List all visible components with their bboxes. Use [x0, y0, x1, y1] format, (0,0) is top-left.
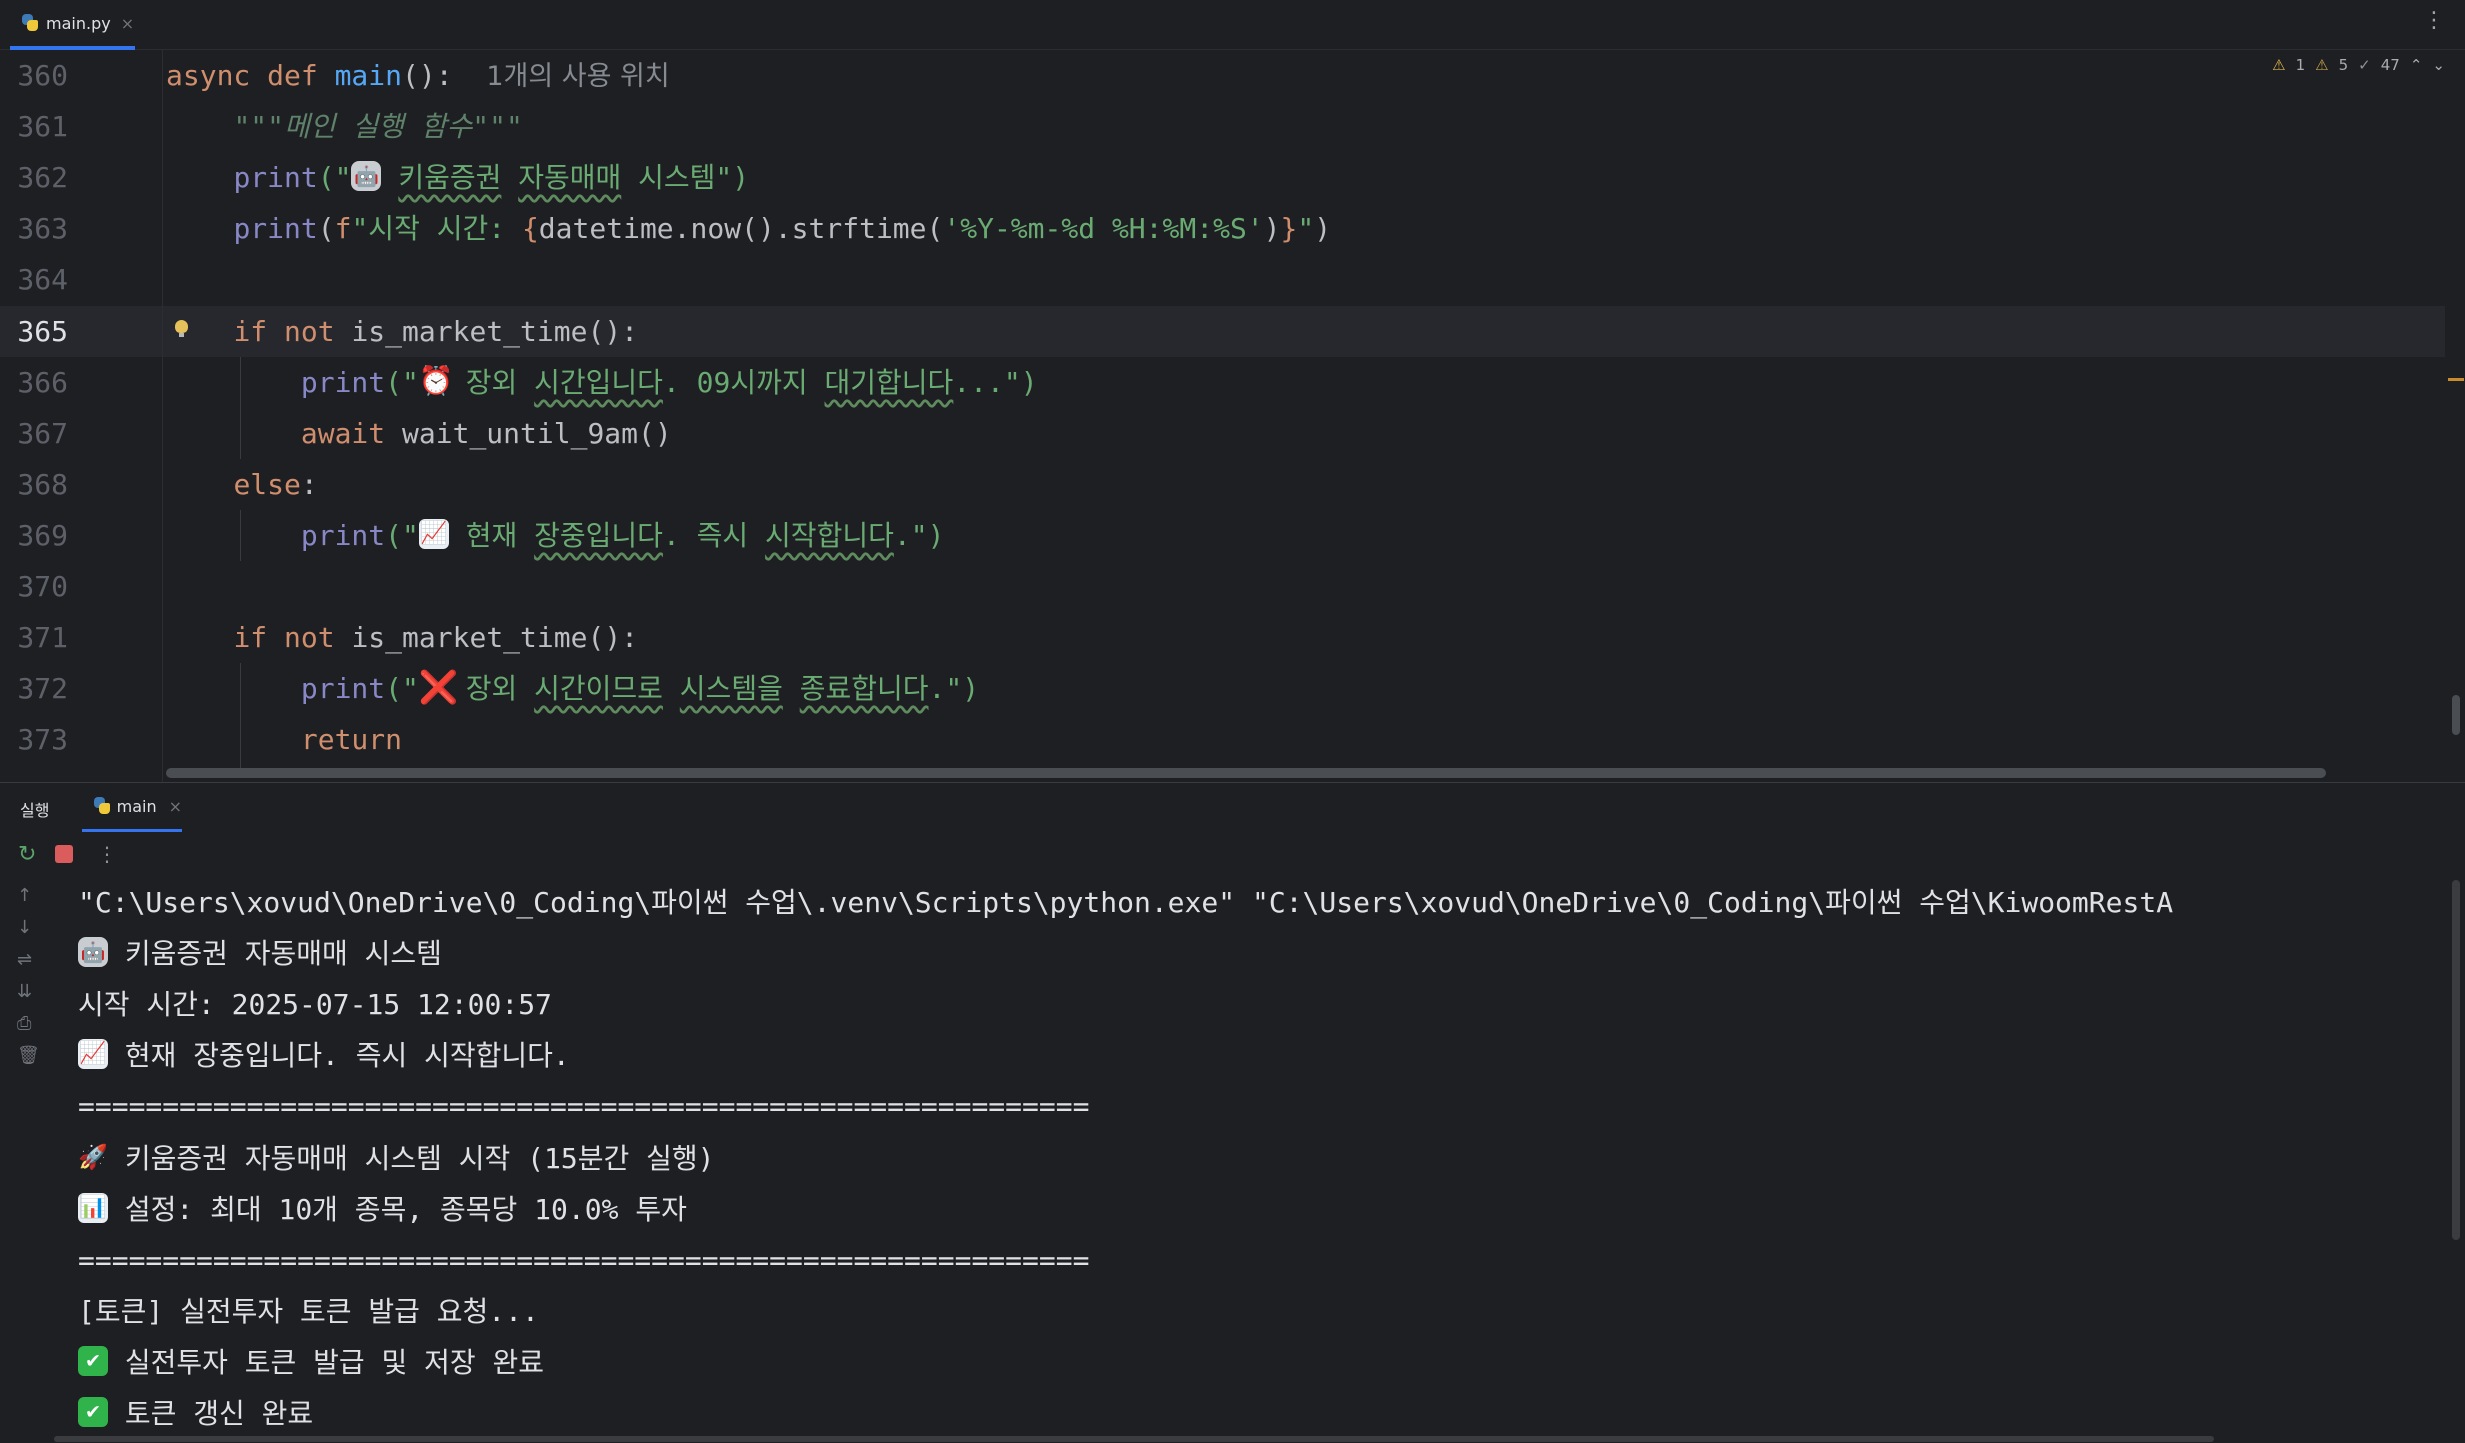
code-line: print("❌ 장외 시간이므로 시스템을 종료합니다."): [300, 668, 980, 706]
line-number: 368: [17, 468, 68, 501]
code-line: return: [300, 723, 403, 756]
line-number: 371: [17, 621, 68, 654]
more-options-icon[interactable]: ⋮: [2423, 8, 2445, 33]
run-tool-window-header: 실행 main ×: [0, 782, 2465, 833]
console-line: "C:\Users\xovud\OneDrive\0_Coding\파이썬 수업…: [78, 886, 2174, 919]
alarm-clock-emoji-icon: ⏰: [418, 364, 454, 397]
code-editor[interactable]: 360 361 362 363 364 365 366 367 368 369 …: [0, 50, 2465, 782]
chevron-down-icon[interactable]: ⌄: [2432, 56, 2445, 74]
warning-icon: ⚠: [2272, 56, 2286, 74]
tab-main-py[interactable]: main.py ×: [10, 0, 135, 50]
line-number: 361: [17, 110, 68, 143]
editor-tab-bar: main.py × ⋮: [0, 0, 2465, 50]
stop-icon[interactable]: [55, 845, 73, 863]
console-vertical-scrollbar[interactable]: [2452, 880, 2460, 1240]
code-line: else:: [233, 468, 318, 501]
line-number: 362: [17, 161, 68, 194]
editor-vertical-scrollbar[interactable]: [2452, 695, 2460, 735]
console-line: 시작 시간: 2025-07-15 12:00:57: [78, 988, 552, 1021]
gutter-divider: [162, 50, 163, 782]
line-number: 373: [17, 723, 68, 756]
chevron-up-icon[interactable]: ⌃: [2410, 56, 2423, 74]
code-line: print("📈 현재 장중입니다. 즉시 시작합니다."): [300, 519, 945, 552]
console-line: ✔ 실전투자 토큰 발급 및 저장 완료: [78, 1337, 544, 1388]
bar-chart-emoji-icon: 📊: [78, 1193, 108, 1223]
weak-warning-icon: ⚠: [2315, 56, 2329, 74]
console-horizontal-scrollbar[interactable]: [54, 1436, 2214, 1442]
check-mark-emoji-icon: ✔: [78, 1346, 108, 1376]
rocket-emoji-icon: 🚀: [78, 1143, 108, 1171]
robot-emoji-icon: 🤖: [351, 161, 382, 191]
line-number: 364: [17, 263, 68, 296]
run-tab-label: main: [116, 796, 157, 816]
scroll-to-end-icon[interactable]: ⇊: [17, 981, 32, 1002]
print-icon[interactable]: ⎙: [17, 1013, 31, 1034]
code-line: if not is_market_time():: [233, 621, 639, 654]
line-number: 366: [17, 366, 68, 399]
console-line: ========================================…: [78, 1090, 1090, 1123]
code-line: async def main(): 1개의 사용 위치: [166, 59, 670, 92]
usages-hint[interactable]: 1개의 사용 위치: [486, 61, 669, 92]
code-line: print(f"시작 시간: {datetime.now().strftime(…: [233, 212, 1332, 245]
chart-emoji-icon: 📈: [78, 1039, 108, 1069]
run-window-title: 실행: [20, 801, 50, 820]
line-number: 363: [17, 212, 68, 245]
robot-emoji-icon: 🤖: [78, 937, 108, 967]
chart-emoji-icon: 📈: [418, 519, 449, 549]
console-line: ========================================…: [78, 1244, 1090, 1277]
python-file-icon: [20, 13, 40, 33]
more-options-icon[interactable]: ⋮: [97, 832, 117, 877]
check-mark-emoji-icon: ✔: [78, 1397, 108, 1427]
inspection-widget[interactable]: ⚠ 1 ⚠ 5 ✓ 47 ⌃ ⌄: [2272, 56, 2445, 74]
console-line: 📊 설정: 최대 10개 종목, 종목당 10.0% 투자: [78, 1193, 687, 1226]
console-line: [토큰] 실전투자 토큰 발급 요청...: [78, 1295, 539, 1328]
console-line: 🤖 키움증권 자동매매 시스템: [78, 928, 442, 979]
line-number: 360: [17, 59, 68, 92]
warning-stripe-marker[interactable]: [2448, 378, 2464, 381]
rerun-icon[interactable]: ↻: [18, 832, 36, 877]
close-icon[interactable]: ×: [169, 797, 182, 816]
arrow-up-icon[interactable]: ↑: [17, 885, 32, 906]
line-number: 372: [17, 672, 68, 705]
console-line: 🚀 키움증권 자동매매 시스템 시작 (15분간 실행): [78, 1142, 715, 1175]
editor-horizontal-scrollbar[interactable]: [166, 768, 2326, 778]
line-number: 367: [17, 417, 68, 450]
typo-icon: ✓: [2358, 56, 2371, 74]
line-number-current: 365: [17, 315, 68, 348]
line-number: 370: [17, 570, 68, 603]
console-line: 📈 현재 장중입니다. 즉시 시작합니다.: [78, 1039, 570, 1072]
console-line: ✔ 토큰 갱신 완료: [78, 1388, 313, 1439]
weak-warning-count: 5: [2338, 56, 2349, 74]
run-toolbar: ↻ ⋮: [0, 832, 2465, 877]
trash-icon[interactable]: 🗑: [17, 1045, 40, 1066]
typo-count: 47: [2380, 56, 2400, 74]
code-line: if not is_market_time():: [233, 315, 639, 348]
tab-run-main[interactable]: main ×: [82, 783, 182, 833]
code-line: print(" 🤖 키움증권 자동매매 시스템"): [233, 161, 750, 194]
arrow-down-icon[interactable]: ↓: [17, 917, 32, 938]
code-line: await wait_until_9am(): [300, 417, 672, 450]
cross-mark-emoji-icon: ❌: [418, 668, 459, 706]
code-line: print("⏰ 장외 시간입니다. 09시까지 대기합니다..."): [300, 364, 1038, 400]
code-line: """메인 실행 함수""": [233, 110, 523, 143]
python-run-icon: [92, 796, 111, 816]
soft-wrap-icon[interactable]: ⇌: [17, 949, 32, 970]
close-icon[interactable]: ×: [121, 14, 134, 33]
line-number: 369: [17, 519, 68, 552]
console-output[interactable]: "C:\Users\xovud\OneDrive\0_Coding\파이썬 수업…: [54, 877, 2465, 1443]
line-number-gutter: 360 361 362 363 364 365 366 367 368 369 …: [0, 50, 165, 782]
tab-label: main.py: [46, 13, 111, 33]
warning-count: 1: [2295, 56, 2306, 74]
console-side-toolbar: ↑ ↓ ⇌ ⇊ ⎙ 🗑: [0, 877, 55, 1443]
